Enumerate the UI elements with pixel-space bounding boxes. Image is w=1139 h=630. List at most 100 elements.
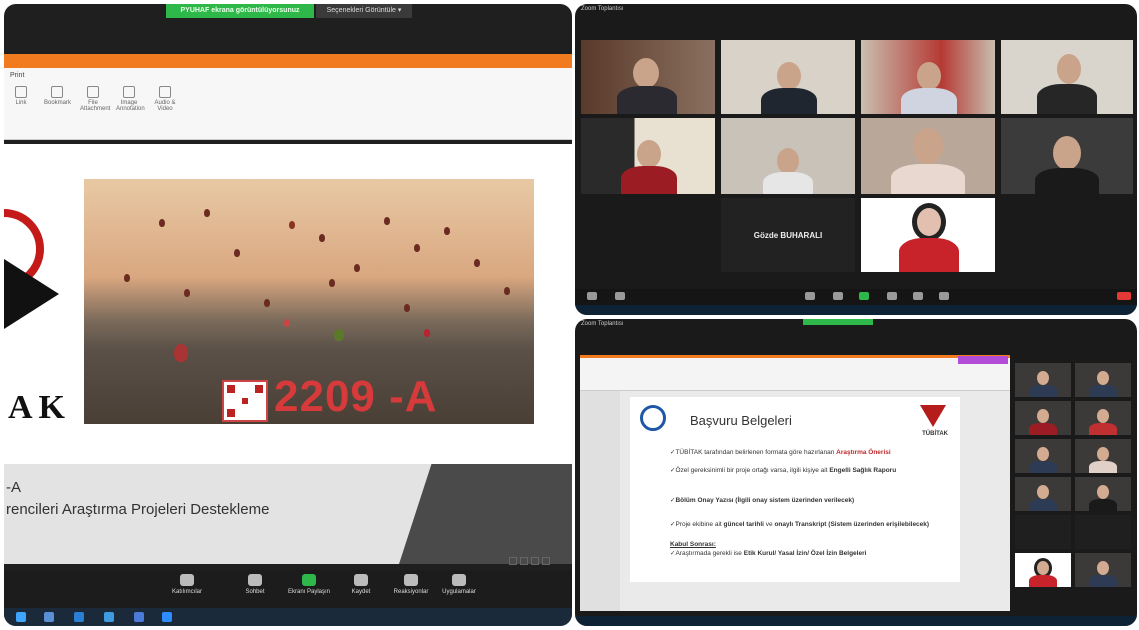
bullet-1: ✓TÜBİTAK tarafından belirlenen formata g… — [670, 449, 891, 456]
reactions-icon — [404, 574, 418, 586]
sharing-banner: PYUHAF ekrana görüntülüyorsunuz — [166, 4, 314, 18]
participants-icon — [180, 574, 194, 586]
taskbar-app-icon[interactable] — [134, 612, 144, 622]
image-icon — [123, 86, 135, 98]
view-options-button[interactable]: Seçenekleri Görüntüle ▾ — [316, 4, 412, 18]
slide-subtitle-code: -A — [6, 479, 21, 496]
taskbar-app-icon[interactable] — [44, 612, 54, 622]
file-attachment-tool[interactable]: File Attachment — [80, 86, 110, 112]
bookmark-tool[interactable]: Bookmark — [44, 86, 71, 112]
participant-tile[interactable] — [581, 118, 715, 194]
chat-icon[interactable] — [833, 292, 843, 300]
participant-thumb[interactable] — [1075, 477, 1131, 511]
participant-thumb[interactable] — [1075, 401, 1131, 435]
zoom-toolbar: Katılımcılar Sohbet Ekranı Paylaşın Kayd… — [4, 570, 572, 608]
windows-taskbar-left — [4, 608, 572, 626]
windows-taskbar — [575, 305, 1137, 315]
participant-thumb[interactable] — [1015, 439, 1071, 473]
sharing-banner — [803, 319, 873, 325]
apps-icon[interactable] — [939, 292, 949, 300]
reactions-icon[interactable] — [913, 292, 923, 300]
link-icon — [15, 86, 27, 98]
apps-button[interactable]: Uygulamalar — [436, 574, 482, 595]
participant-tile-camera-off[interactable]: Gözde BUHARALI — [721, 198, 855, 272]
window-title: Zoom Toplantısı — [581, 6, 624, 12]
bookmark-icon — [51, 86, 63, 98]
participant-thumb[interactable] — [1075, 439, 1131, 473]
ribbon-tab-print[interactable]: Print — [10, 72, 24, 79]
windows-taskbar — [575, 616, 1137, 626]
tubitak-logo-icon — [920, 405, 946, 427]
participant-tile[interactable] — [1001, 118, 1133, 194]
logo-label: TÜBİTAK — [922, 431, 948, 437]
participant-tile[interactable] — [861, 118, 995, 194]
start-icon[interactable] — [16, 612, 26, 622]
audio-video-tool[interactable]: Audio & Video — [152, 86, 178, 112]
participant-thumb-camera-off[interactable] — [1075, 515, 1131, 549]
ppt-ribbon — [580, 355, 1010, 391]
link-tool[interactable]: Link — [8, 86, 34, 112]
video-icon[interactable] — [615, 292, 625, 300]
ppt-slide: Başvuru Belgeleri TÜBİTAK ✓TÜBİTAK taraf… — [630, 397, 960, 582]
zoom-toolbar-mini — [575, 289, 1137, 305]
participant-name: Gözde BUHARALI — [753, 231, 823, 241]
record-icon — [354, 574, 368, 586]
mute-icon[interactable] — [587, 292, 597, 300]
slide-subtitle: rencileri Araştırma Projeleri Destekleme — [6, 501, 270, 518]
ppt-left-panel — [580, 391, 620, 611]
zoom-taskbar-icon[interactable] — [162, 612, 172, 622]
participant-thumb[interactable] — [1015, 401, 1071, 435]
university-logo-icon — [640, 405, 666, 431]
bullet-2: ✓Özel gereksinimli bir proje ortağı vars… — [670, 467, 897, 474]
participant-thumb[interactable] — [1075, 553, 1131, 587]
pdf-ribbon: Print Link Bookmark File Attachment Imag… — [4, 68, 572, 140]
image-annotation-tool[interactable]: Image Annotation — [116, 86, 145, 112]
shared-slide: AK 2209 -A -A rencileri Araştırma Projel… — [4, 144, 572, 564]
view-mode-buttons[interactable] — [509, 557, 550, 565]
participant-tile[interactable] — [721, 40, 855, 114]
app-title-strip — [4, 54, 572, 68]
record-button[interactable]: Kaydet — [338, 574, 384, 595]
powerpoint-window: Başvuru Belgeleri TÜBİTAK ✓TÜBİTAK taraf… — [580, 355, 1010, 611]
taskbar-app-icon[interactable] — [104, 612, 114, 622]
participant-thumb[interactable] — [1075, 363, 1131, 397]
record-icon[interactable] — [887, 292, 897, 300]
share-screen-icon — [302, 574, 316, 586]
participant-tile[interactable] — [581, 40, 715, 114]
zoom-gallery-window: Zoom Toplantısı Gözde BUHARALI — [575, 4, 1137, 315]
reactions-button[interactable]: Reaksiyonlar — [388, 574, 434, 595]
participant-tile[interactable] — [861, 198, 995, 272]
share-screen-button[interactable]: Ekranı Paylaşın — [286, 574, 332, 595]
file-icon — [87, 86, 99, 98]
participants-icon[interactable] — [805, 292, 815, 300]
end-meeting-button[interactable] — [1117, 292, 1131, 300]
participant-thumb[interactable] — [1015, 363, 1071, 397]
logo-triangle — [4, 259, 59, 329]
chat-icon — [248, 574, 262, 586]
participant-thumb-camera-off[interactable] — [1015, 515, 1071, 549]
bullet-3: ✓Bölüm Onay Yazısı (İlgili onay sistem ü… — [670, 497, 855, 504]
video-icon — [159, 86, 171, 98]
program-code: 2209 -A — [274, 372, 438, 421]
chat-button[interactable]: Sohbet — [232, 574, 278, 595]
logo-text: AK — [8, 389, 71, 426]
overlay-label — [958, 356, 1008, 364]
slide-title: Başvuru Belgeleri — [690, 413, 792, 428]
zoom-share-window-right: Zoom Toplantısı Başvuru Belgeleri TÜBİTA… — [575, 319, 1137, 626]
bullet-4: ✓Proje ekibine ait güncel tarihli ve ona… — [670, 521, 930, 528]
participant-tile[interactable] — [721, 118, 855, 194]
bullet-5-heading: Kabul Sonrası: — [670, 541, 716, 548]
participant-sidebar — [1015, 363, 1133, 593]
participant-tile[interactable] — [1001, 40, 1133, 114]
zoom-share-window-left: PYUHAF ekrana görüntülüyorsunuz Seçenekl… — [4, 4, 572, 626]
window-title: Zoom Toplantısı — [581, 321, 624, 327]
taskbar-app-icon[interactable] — [74, 612, 84, 622]
participant-thumb[interactable] — [1015, 477, 1071, 511]
qr-code — [222, 380, 268, 422]
participant-thumb[interactable] — [1015, 553, 1071, 587]
participants-button[interactable]: Katılımcılar — [164, 574, 210, 595]
participant-tile[interactable] — [861, 40, 995, 114]
share-screen-icon[interactable] — [859, 292, 869, 300]
bullet-5: ✓Araştırmada gerekli ise Etik Kurul/ Yas… — [670, 550, 867, 557]
apps-icon — [452, 574, 466, 586]
